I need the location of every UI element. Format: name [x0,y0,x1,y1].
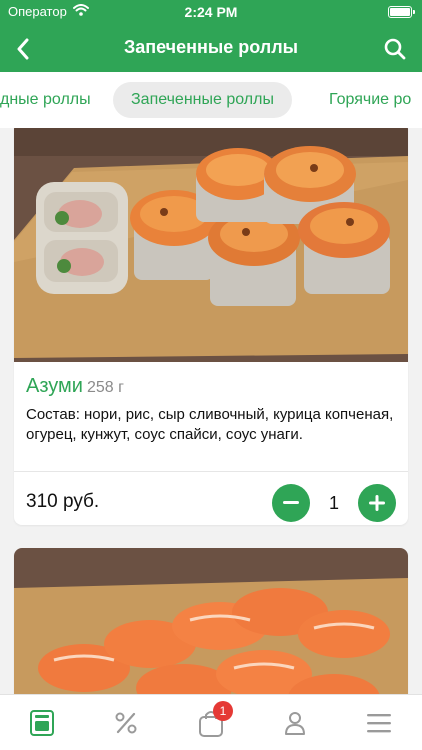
bottom-tab-bar: 1 [0,694,422,750]
product-price: 310 руб. [26,491,100,512]
top-header: Оператор 2:24 PM Запеченные роллы [0,0,422,72]
tab-promotions[interactable] [106,705,146,741]
product-card: Азуми 258 г Состав: нори, рис, сыр сливоч… [14,128,408,525]
product-photo[interactable] [14,548,408,694]
page-title: Запеченные роллы [123,37,299,57]
tab-hot-rolls[interactable]: Горячие ро [311,82,422,118]
product-title: Азуми [26,375,83,397]
plus-icon [369,495,385,511]
product-list[interactable]: Азуми 258 г Состав: нори, рис, сыр сливоч… [0,128,422,694]
cart-badge: 1 [213,701,233,721]
menu-book-icon [30,710,54,736]
tab-profile[interactable] [275,705,315,741]
product-card [14,548,408,694]
product-weight: 258 г [86,379,124,396]
tab-cart[interactable]: 1 [191,701,233,741]
product-name: Азуми 258 г [26,375,124,398]
status-time: 2:24 PM [184,4,238,20]
product-photo[interactable] [14,128,408,362]
tab-cold-rolls[interactable]: дные роллы [0,82,109,118]
profile-icon [285,712,305,735]
status-bar: Оператор 2:24 PM [0,0,422,24]
nav-bar: Запеченные роллы [0,28,422,68]
tab-more[interactable] [359,705,399,741]
quantity-stepper: 1 [272,484,396,522]
minus-icon [283,501,299,504]
search-icon [384,38,406,60]
decrease-quantity-button[interactable] [272,484,310,522]
percent-icon [115,712,137,734]
tab-baked-rolls[interactable]: Запеченные роллы [113,82,292,118]
category-tabs: дные роллы Запеченные роллы Горячие ро [0,72,422,128]
battery-icon [388,6,415,18]
hamburger-menu-icon [367,714,391,733]
search-button[interactable] [380,34,410,64]
increase-quantity-button[interactable] [358,484,396,522]
product-description: Состав: нори, рис, сыр сливочный, курица… [26,406,394,443]
divider [14,471,408,472]
quantity-value: 1 [328,493,339,513]
tab-menu[interactable] [22,705,62,741]
